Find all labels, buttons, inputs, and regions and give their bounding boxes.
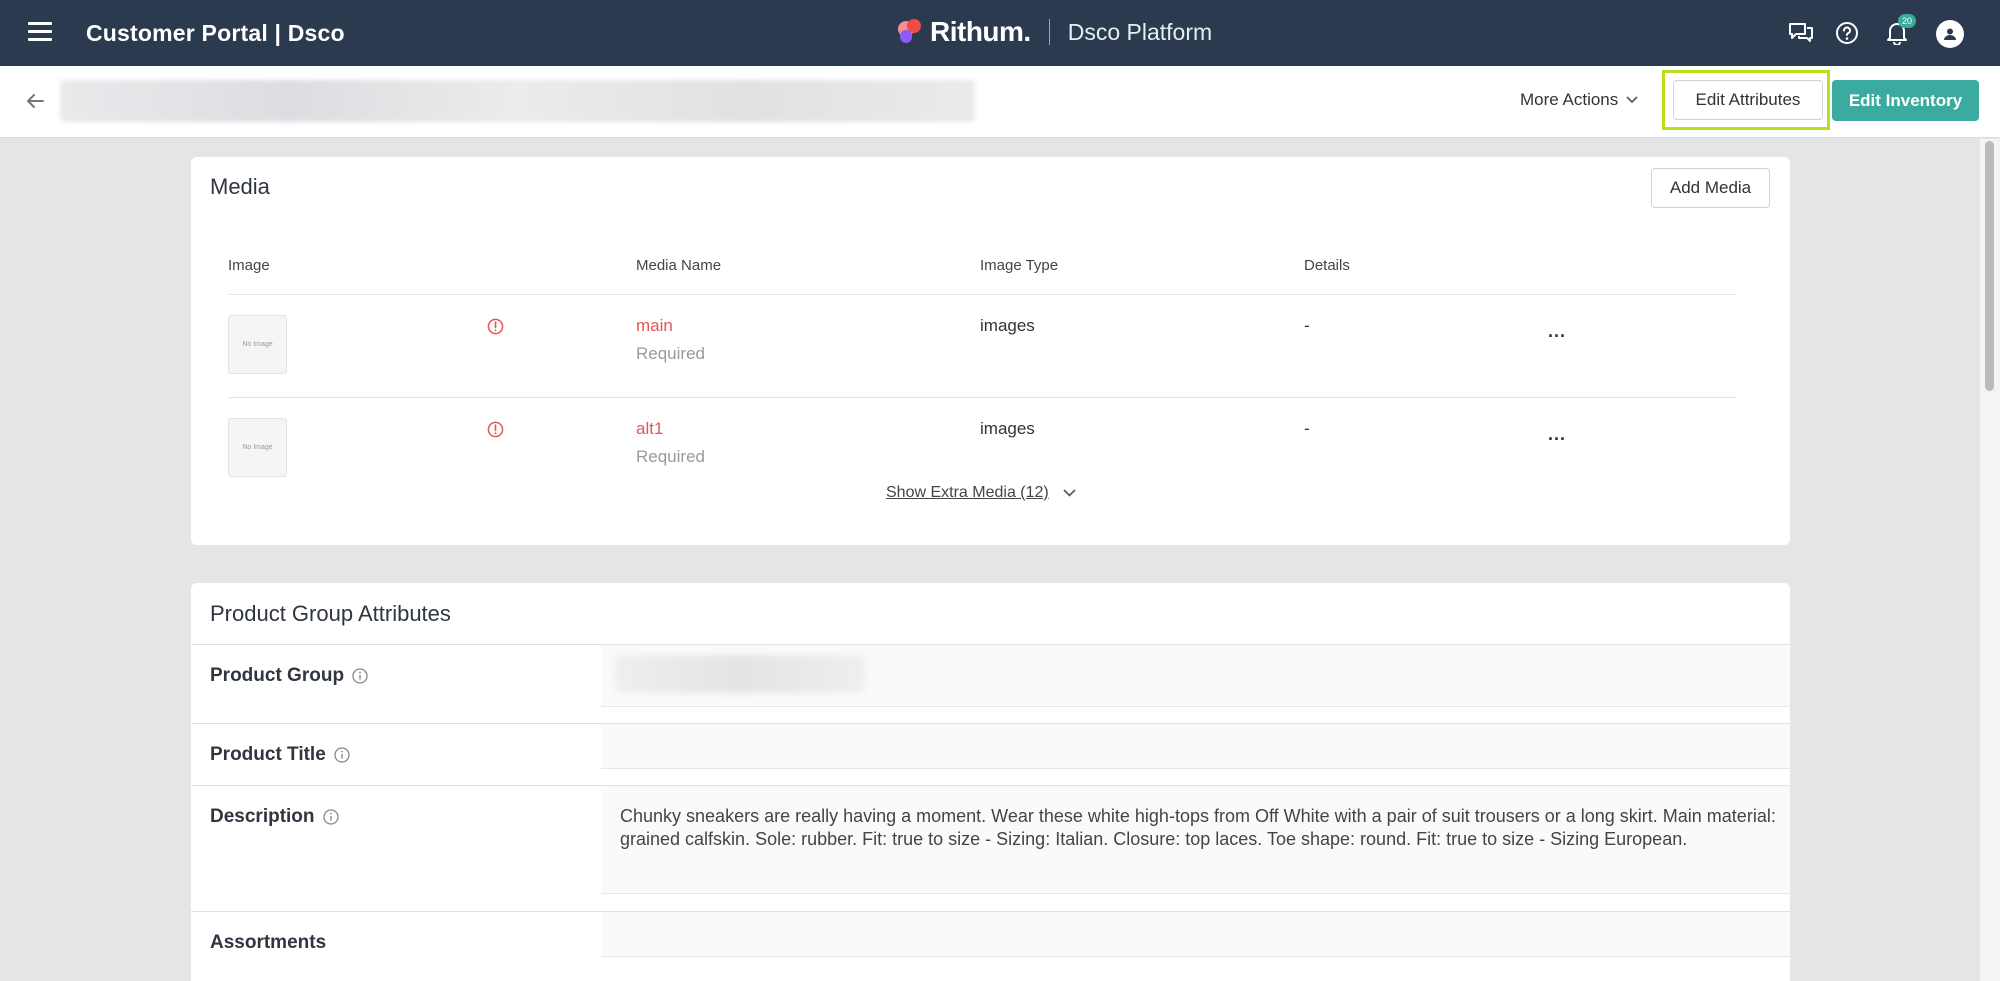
attribute-label-text: Product Group xyxy=(210,665,345,686)
media-details: - xyxy=(1304,419,1310,438)
info-icon[interactable] xyxy=(352,668,368,684)
brand-divider xyxy=(1048,19,1050,45)
bell-icon[interactable]: 20 xyxy=(1884,14,1916,46)
media-card: Media Add Media Image Media Name Image T… xyxy=(191,157,1790,545)
attribute-label: Description xyxy=(210,806,339,828)
blurred-product-title xyxy=(60,80,975,122)
more-actions-label: More Actions xyxy=(1520,90,1619,109)
media-image-type: images xyxy=(980,419,1035,438)
attribute-label: Product Title xyxy=(210,744,350,766)
warning-icon xyxy=(487,318,504,335)
scrollbar-thumb[interactable] xyxy=(1985,141,1994,391)
attribute-row-product-title: Product Title xyxy=(191,723,1790,785)
attribute-row-description: Description Chunky sneakers are really h… xyxy=(191,785,1790,911)
edit-attributes-button[interactable]: Edit Attributes xyxy=(1673,80,1823,120)
back-arrow-icon[interactable] xyxy=(24,90,46,112)
column-header-image-type: Image Type xyxy=(980,257,1059,274)
user-icon xyxy=(1944,28,1956,40)
row-actions-menu-icon[interactable]: ... xyxy=(1548,321,1566,342)
media-name: main xyxy=(636,316,673,335)
column-header-media-name: Media Name xyxy=(636,257,722,274)
edit-inventory-button[interactable]: Edit Inventory xyxy=(1832,80,1979,121)
chat-icon[interactable] xyxy=(1788,20,1814,46)
top-navigation-bar: Customer Portal | Dsco Rithum. Dsco Plat… xyxy=(0,0,2000,66)
notification-count-badge: 20 xyxy=(1898,14,1916,28)
more-actions-dropdown[interactable]: More Actions xyxy=(1520,90,1638,110)
show-extra-media-label: Show Extra Media (12) xyxy=(886,484,1049,501)
app-title: Customer Portal | Dsco xyxy=(86,20,345,46)
media-image-type: images xyxy=(980,316,1035,335)
brand-name: Rithum. xyxy=(930,16,1031,47)
table-divider xyxy=(228,397,1736,398)
user-avatar[interactable] xyxy=(1936,20,1964,48)
column-header-details: Details xyxy=(1304,257,1350,274)
column-header-image: Image xyxy=(228,257,270,274)
no-image-thumbnail[interactable]: No Image xyxy=(228,418,287,477)
rithum-logo-icon xyxy=(898,19,924,45)
info-icon[interactable] xyxy=(322,809,339,825)
attribute-row-assortments: Assortments xyxy=(191,911,1790,973)
attribute-value-field: Chunky sneakers are really having a mome… xyxy=(601,786,1790,894)
chevron-down-icon xyxy=(1063,489,1076,497)
help-icon[interactable] xyxy=(1834,20,1860,46)
brand-logo: Rithum. Dsco Platform xyxy=(898,14,1212,50)
attribute-label-text: Product Title xyxy=(210,744,326,765)
attribute-label-text: Assortments xyxy=(210,932,327,953)
table-divider xyxy=(228,294,1736,295)
page-scrollbar[interactable] xyxy=(1980,139,2000,981)
attribute-value-field xyxy=(601,912,1790,957)
description-text: Chunky sneakers are really having a mome… xyxy=(620,806,1776,849)
menu-icon[interactable] xyxy=(28,22,52,42)
add-media-button[interactable]: Add Media xyxy=(1651,168,1770,208)
attributes-title: Product Group Attributes xyxy=(210,601,451,626)
media-required-label: Required xyxy=(636,344,705,363)
product-group-attributes-card: Product Group Attributes Product Group P… xyxy=(191,583,1790,981)
chevron-down-icon xyxy=(1626,96,1638,104)
attribute-value-field xyxy=(601,724,1790,769)
warning-icon xyxy=(487,421,504,438)
attribute-value-field xyxy=(601,645,1790,707)
no-image-thumbnail[interactable]: No Image xyxy=(228,315,287,374)
info-icon[interactable] xyxy=(334,747,350,763)
media-title: Media xyxy=(210,174,270,199)
show-extra-media-toggle[interactable]: Show Extra Media (12) xyxy=(886,484,1076,502)
media-required-label: Required xyxy=(636,447,705,466)
attribute-label-text: Description xyxy=(210,806,315,827)
media-name: alt1 xyxy=(636,419,664,438)
blurred-product-group-value xyxy=(615,655,865,693)
brand-platform: Dsco Platform xyxy=(1067,18,1213,45)
row-actions-menu-icon[interactable]: ... xyxy=(1548,424,1566,445)
attribute-row-product-group: Product Group xyxy=(191,644,1790,723)
attribute-label: Assortments xyxy=(210,932,326,954)
attribute-label: Product Group xyxy=(210,665,368,687)
media-details: - xyxy=(1304,316,1310,335)
